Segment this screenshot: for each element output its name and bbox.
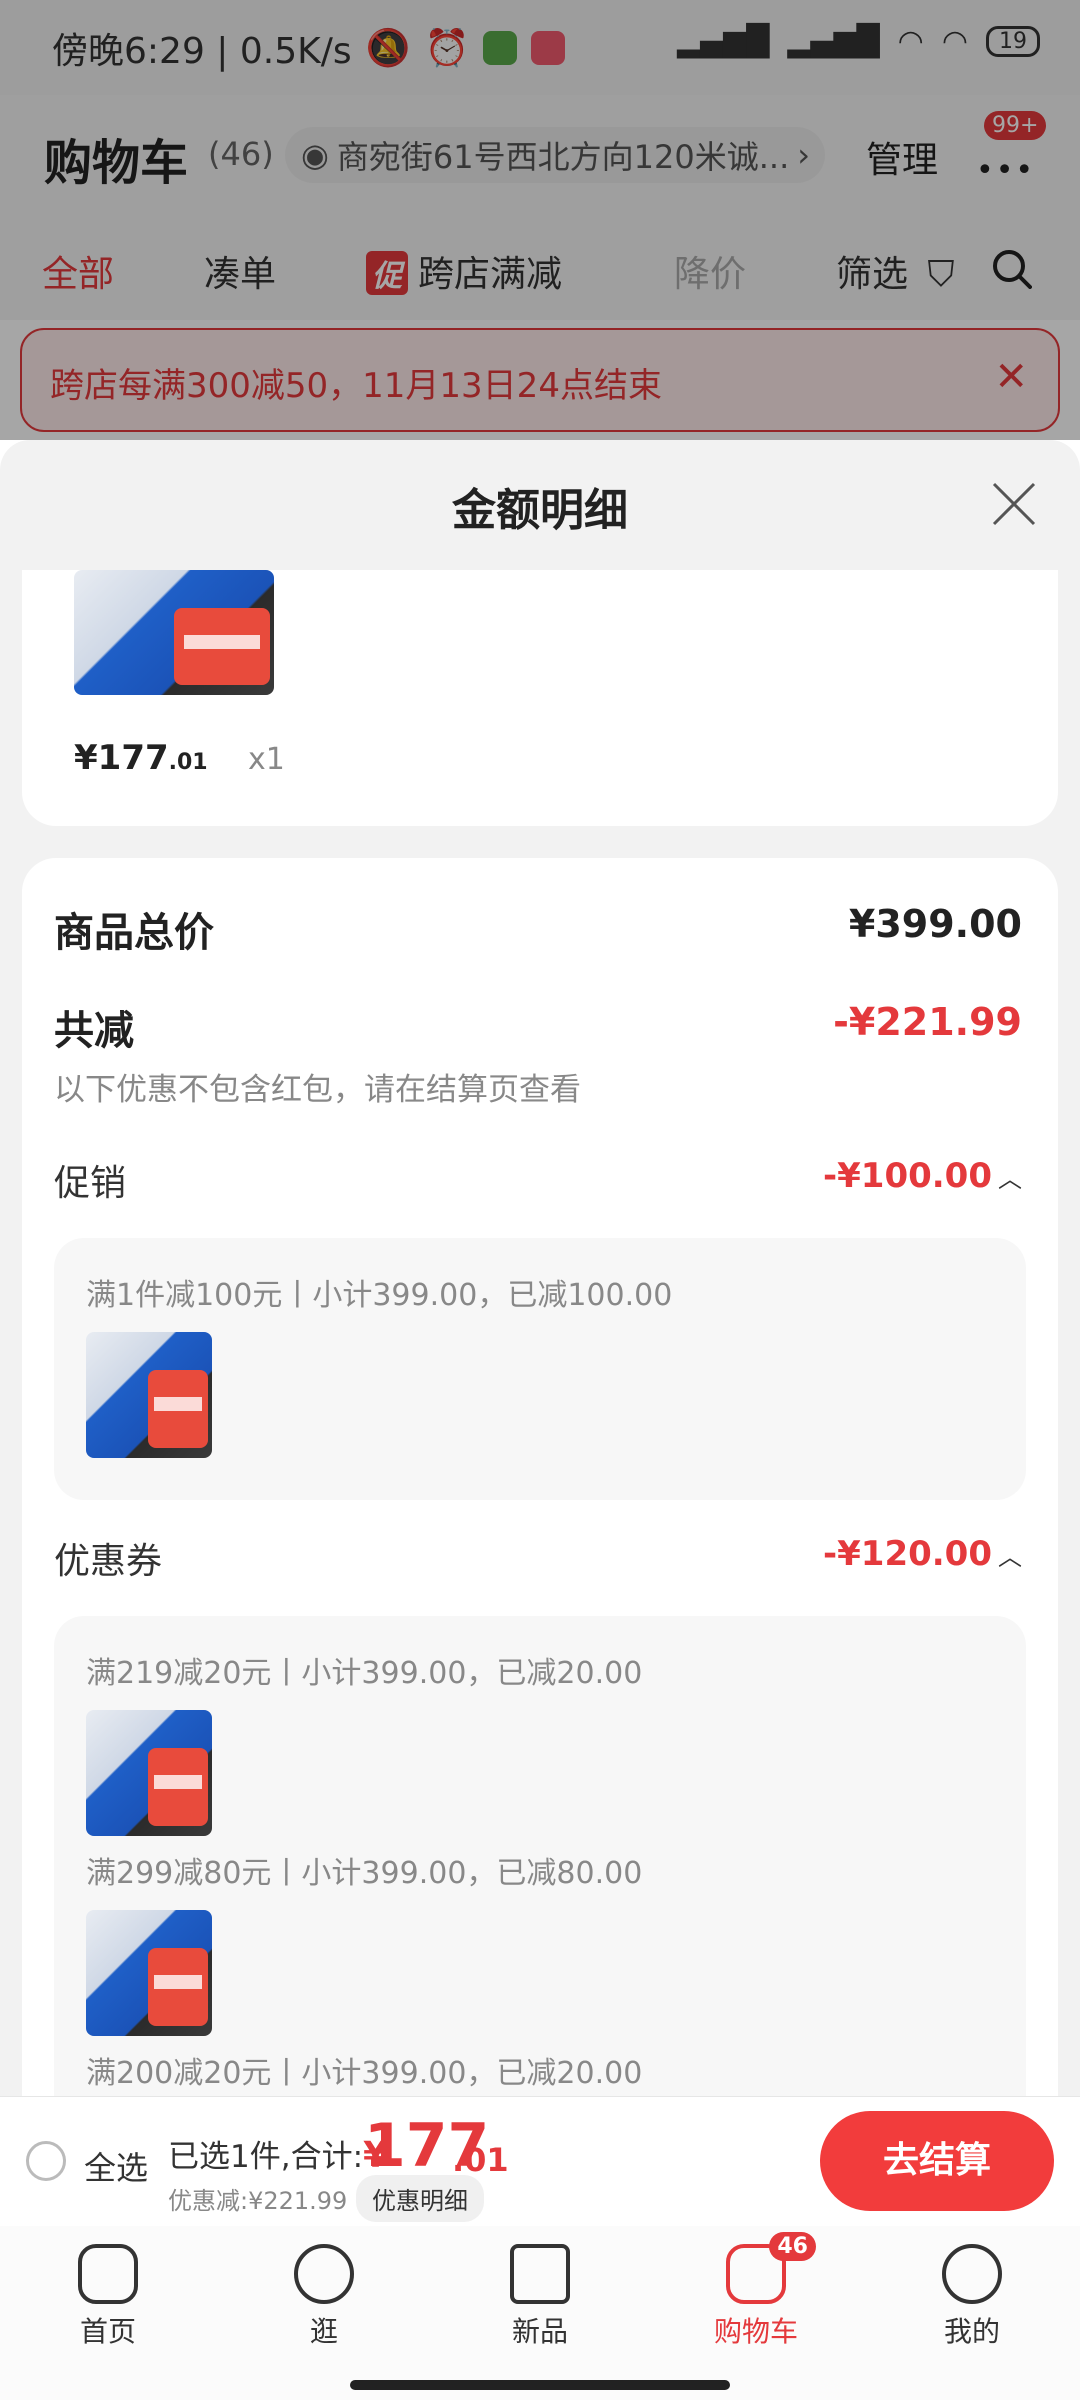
tab-explore[interactable]: 逛 — [254, 2244, 394, 2350]
discount-note: 以下优惠不包含红包，请在结算页查看 — [54, 1072, 581, 1108]
tab-profile-label: 我的 — [943, 2315, 1000, 2348]
bottom-tab-bar: 首页 逛 新品 46 购物车 我的 — [0, 2226, 1080, 2400]
coupon-value: -¥120.00 — [823, 1534, 992, 1574]
item-quantity: x1 — [248, 742, 285, 777]
promo-line: 满1件减100元丨小计399.00，已减100.00 — [86, 1278, 673, 1313]
product-thumbnail[interactable] — [86, 1710, 212, 1836]
explore-icon — [294, 2244, 354, 2304]
reduce-label: 共减 — [54, 1008, 134, 1054]
cart-icon: 46 — [726, 2232, 816, 2304]
tab-cart[interactable]: 46 购物车 — [686, 2232, 826, 2350]
tab-profile[interactable]: 我的 — [902, 2244, 1042, 2350]
tab-new[interactable]: 新品 — [470, 2244, 610, 2350]
saved-amount: 优惠减:¥221.99 — [168, 2187, 348, 2215]
coupon-toggle[interactable]: -¥120.00 ︿ — [823, 1534, 1022, 1574]
home-indicator[interactable] — [350, 2380, 730, 2390]
item-price-int: ¥177 — [74, 738, 169, 778]
tab-explore-label: 逛 — [309, 2315, 338, 2348]
tab-new-label: 新品 — [511, 2315, 568, 2348]
coupon-label: 优惠券 — [54, 1541, 163, 1582]
checkout-bar: 全选 已选1件,合计:¥ 177 .01 优惠减:¥221.99 优惠明细 去结… — [0, 2096, 1080, 2227]
product-thumbnail[interactable] — [86, 1332, 212, 1458]
box-icon — [510, 2244, 570, 2304]
promo-toggle[interactable]: -¥100.00 ︿ — [823, 1156, 1022, 1196]
tab-home[interactable]: 首页 — [38, 2244, 178, 2350]
promo-label: 促销 — [54, 1163, 127, 1204]
tab-home-label: 首页 — [79, 2315, 136, 2348]
close-icon[interactable] — [990, 480, 1038, 528]
item-price-dec: .01 — [168, 750, 208, 775]
discount-detail-button[interactable]: 优惠明细 — [356, 2175, 484, 2222]
profile-icon — [942, 2244, 1002, 2304]
cart-badge: 46 — [769, 2232, 816, 2261]
selected-summary-text: 已选1件,合计: — [168, 2139, 364, 2175]
product-item-card: ¥177.01 x1 — [22, 570, 1058, 826]
total-amount-decimal: .01 — [452, 2141, 509, 2179]
coupon-line: 满299减80元丨小计399.00，已减80.00 — [86, 1856, 643, 1891]
select-all-label[interactable]: 全选 — [84, 2143, 148, 2189]
product-thumbnail[interactable] — [74, 570, 274, 695]
selected-summary: 已选1件,合计:¥ — [168, 2131, 388, 2176]
product-thumbnail[interactable] — [86, 1910, 212, 2036]
select-all-checkbox[interactable] — [26, 2141, 66, 2181]
promo-value: -¥100.00 — [823, 1156, 992, 1196]
promo-group: 满1件减100元丨小计399.00，已减100.00 — [54, 1238, 1026, 1500]
sheet-title: 金额明细 — [452, 485, 628, 536]
dim-overlay[interactable] — [0, 0, 1080, 440]
coupon-line: 满219减20元丨小计399.00，已减20.00 — [86, 1656, 643, 1691]
total-label: 商品总价 — [54, 910, 214, 956]
reduce-value: -¥221.99 — [833, 1000, 1022, 1044]
home-icon — [78, 2244, 138, 2304]
total-value: ¥399.00 — [848, 902, 1022, 946]
chevron-up-icon: ︿ — [998, 1543, 1022, 1571]
item-price: ¥177.01 — [74, 738, 208, 778]
coupon-line: 满200减20元丨小计399.00，已减20.00 — [86, 2056, 643, 2091]
checkout-button[interactable]: 去结算 — [820, 2111, 1054, 2211]
chevron-up-icon: ︿ — [998, 1165, 1022, 1193]
tab-cart-label: 购物车 — [713, 2315, 798, 2348]
